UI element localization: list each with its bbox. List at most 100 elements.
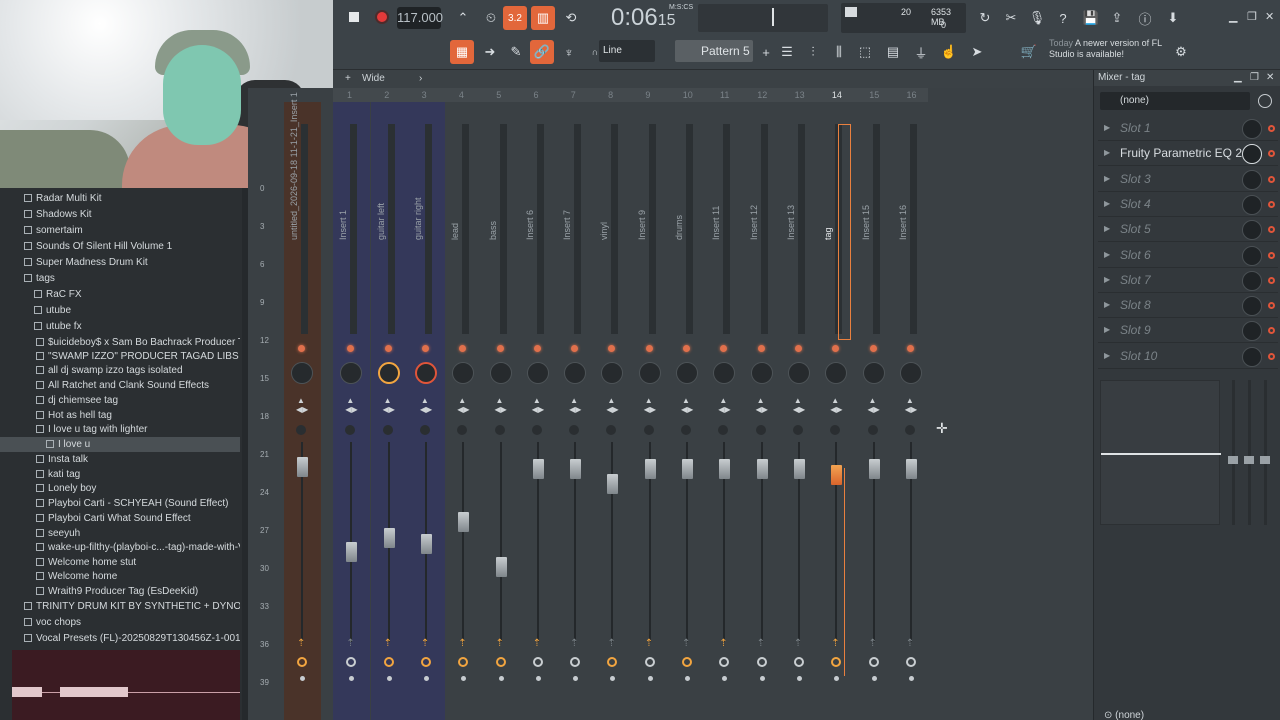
mute-led-icon[interactable] bbox=[683, 345, 690, 352]
fx-slot[interactable]: ▶ Fruity Parametric EQ 2 bbox=[1098, 142, 1278, 167]
stereo-knob[interactable] bbox=[643, 425, 654, 435]
record-arm-icon[interactable] bbox=[759, 676, 765, 681]
shop-icon[interactable]: 🛒 bbox=[1017, 40, 1041, 64]
record-arm-icon[interactable] bbox=[386, 676, 392, 681]
eq-band-handle[interactable] bbox=[1244, 456, 1254, 464]
track-fx-toggle-icon[interactable] bbox=[346, 657, 357, 667]
mixer-strip[interactable]: Insert 13 ▲ ◀▶ ⇡ bbox=[781, 102, 818, 720]
browser-item[interactable]: Radar Multi Kit bbox=[0, 191, 240, 206]
stereo-separation-icon[interactable]: ▲ ◀▶ bbox=[345, 396, 357, 416]
stereo-separation-icon[interactable]: ▲ ◀▶ bbox=[868, 396, 880, 416]
eq-graph[interactable] bbox=[1100, 380, 1221, 525]
mixer-strip[interactable]: drums ▲ ◀▶ ⇡ bbox=[669, 102, 706, 720]
stereo-separation-icon[interactable]: ▲ ◀▶ bbox=[296, 396, 308, 416]
slot-mix-knob[interactable] bbox=[1242, 245, 1262, 266]
record-arm-icon[interactable] bbox=[423, 676, 429, 681]
stereo-knob[interactable] bbox=[606, 425, 617, 435]
mixer-strip[interactable]: Insert 6 ▲ ◀▶ ⇡ bbox=[520, 102, 557, 720]
browser-item[interactable]: all dj swamp izzo tags isolated bbox=[0, 363, 240, 378]
record-arm-icon[interactable] bbox=[461, 676, 467, 681]
fx-slot[interactable]: ▶ Slot 3 bbox=[1098, 168, 1278, 192]
panel-minimize-icon[interactable]: ▁ bbox=[1234, 70, 1242, 86]
mute-led-icon[interactable] bbox=[496, 345, 504, 352]
browser-item[interactable]: TRINITY DRUM KIT BY SYNTHETIC + DYNOX bbox=[0, 599, 240, 614]
pan-knob[interactable] bbox=[489, 362, 512, 384]
volume-fader[interactable] bbox=[383, 528, 395, 548]
track-fx-toggle-icon[interactable] bbox=[607, 657, 618, 667]
browser-item[interactable]: Wraith9 Producer Tag (EsDeeKid) bbox=[0, 584, 240, 599]
browser-item[interactable]: Welcome home stut bbox=[0, 555, 240, 570]
track-fx-toggle-icon[interactable] bbox=[756, 657, 767, 667]
mixer-strip[interactable]: Insert 12 ▲ ◀▶ ⇡ bbox=[744, 102, 781, 720]
stereo-separation-icon[interactable]: ▲ ◀▶ bbox=[718, 396, 730, 416]
track-fx-toggle-icon[interactable] bbox=[458, 657, 469, 667]
stereo-separation-icon[interactable]: ▲ ◀▶ bbox=[569, 396, 581, 416]
slot-mix-knob[interactable] bbox=[1242, 220, 1262, 241]
eq-band-handle[interactable] bbox=[1228, 456, 1238, 464]
mixer-strip[interactable]: vinyl ▲ ◀▶ ⇡ bbox=[594, 102, 631, 720]
record-arm-icon[interactable] bbox=[610, 676, 616, 681]
plugin-icon[interactable]: ⏚ bbox=[909, 40, 933, 64]
route-arrow-icon[interactable]: ⇡ bbox=[757, 638, 767, 650]
stereo-knob[interactable] bbox=[792, 425, 803, 435]
volume-fader[interactable] bbox=[532, 459, 544, 479]
record-arm-icon[interactable] bbox=[834, 676, 840, 681]
route-arrow-icon[interactable]: ⇡ bbox=[719, 638, 729, 650]
mixer-add-icon[interactable]: + bbox=[345, 70, 351, 88]
volume-fader[interactable] bbox=[570, 459, 582, 479]
pan-knob[interactable] bbox=[291, 362, 313, 384]
fx-slot[interactable]: ▶ Slot 6 bbox=[1098, 244, 1278, 268]
browser-item[interactable]: Welcome home bbox=[0, 569, 240, 584]
wait-input-icon[interactable]: ⏲ bbox=[479, 6, 503, 30]
slot-expand-icon[interactable]: ▶ bbox=[1104, 174, 1110, 183]
strip-name[interactable]: vinyl bbox=[599, 160, 609, 240]
stereo-knob[interactable] bbox=[867, 425, 878, 435]
record-arm-icon[interactable] bbox=[796, 676, 802, 681]
stereo-separation-icon[interactable]: ▲ ◀▶ bbox=[606, 396, 618, 416]
help-icon[interactable]: ? bbox=[1051, 6, 1075, 30]
volume-fader[interactable] bbox=[346, 542, 358, 562]
mixer-view-label[interactable]: Wide bbox=[362, 70, 385, 88]
stereo-knob[interactable] bbox=[345, 425, 356, 435]
route-arrow-icon[interactable]: ⇡ bbox=[645, 638, 655, 650]
volume-fader[interactable] bbox=[607, 474, 619, 494]
minimize-window-icon[interactable]: ▁ bbox=[1229, 10, 1237, 23]
slot-power-icon[interactable] bbox=[1268, 226, 1275, 234]
mixer-strip[interactable]: Insert 11 ▲ ◀▶ ⇡ bbox=[706, 102, 743, 720]
mute-led-icon[interactable] bbox=[421, 345, 429, 352]
stereo-separation-icon[interactable]: ▲ ◀▶ bbox=[681, 396, 693, 416]
stereo-separation-icon[interactable]: ▲ ◀▶ bbox=[495, 396, 507, 416]
strip-name[interactable]: guitar left bbox=[376, 160, 386, 240]
browser-item[interactable]: I love u tag with lighter bbox=[0, 422, 240, 437]
microphone-icon[interactable]: 🎙 bbox=[1025, 6, 1049, 30]
track-fx-toggle-icon[interactable] bbox=[868, 657, 879, 667]
piano-roll-icon[interactable]: ▦ bbox=[450, 40, 474, 64]
track-fx-toggle-icon[interactable] bbox=[719, 657, 730, 667]
slot-expand-icon[interactable]: ▶ bbox=[1104, 199, 1110, 208]
record-arm-icon[interactable] bbox=[871, 676, 877, 681]
route-arrow-icon[interactable]: ⇡ bbox=[346, 638, 356, 650]
download-icon[interactable]: ⬇ bbox=[1161, 6, 1185, 30]
plugin-picker-icon[interactable]: ⬚ bbox=[853, 40, 877, 64]
pan-knob[interactable] bbox=[750, 362, 773, 384]
browser-item[interactable]: tags bbox=[0, 271, 240, 286]
volume-fader[interactable] bbox=[868, 459, 880, 479]
mixer-strip[interactable]: Insert 16 ▲ ◀▶ ⇡ bbox=[893, 102, 930, 720]
strip-name[interactable]: Insert 15 bbox=[861, 160, 871, 240]
mute-led-icon[interactable] bbox=[906, 345, 914, 352]
slot-power-icon[interactable] bbox=[1268, 352, 1275, 360]
browser-item[interactable]: "SWAMP IZZO" PRODUCER TAGAD LIBS bbox=[0, 349, 240, 364]
slot-power-icon[interactable] bbox=[1268, 251, 1275, 259]
fx-slot[interactable]: ▶ Slot 7 bbox=[1098, 269, 1278, 293]
step-edit-icon[interactable]: ▥ bbox=[531, 6, 555, 30]
route-arrow-icon[interactable]: ⇡ bbox=[869, 638, 879, 650]
strip-name[interactable]: guitar right bbox=[413, 160, 423, 240]
latency-clock-icon[interactable] bbox=[1258, 94, 1272, 108]
stereo-knob[interactable] bbox=[531, 425, 542, 435]
pan-knob[interactable] bbox=[862, 362, 885, 384]
record-arm-icon[interactable] bbox=[908, 676, 914, 681]
route-arrow-icon[interactable]: ⇡ bbox=[533, 638, 543, 650]
export-icon[interactable]: ⇪ bbox=[1105, 6, 1129, 30]
fx-slot[interactable]: ▶ Slot 10 bbox=[1098, 345, 1278, 369]
fx-slot[interactable]: ▶ Slot 4 bbox=[1098, 193, 1278, 217]
